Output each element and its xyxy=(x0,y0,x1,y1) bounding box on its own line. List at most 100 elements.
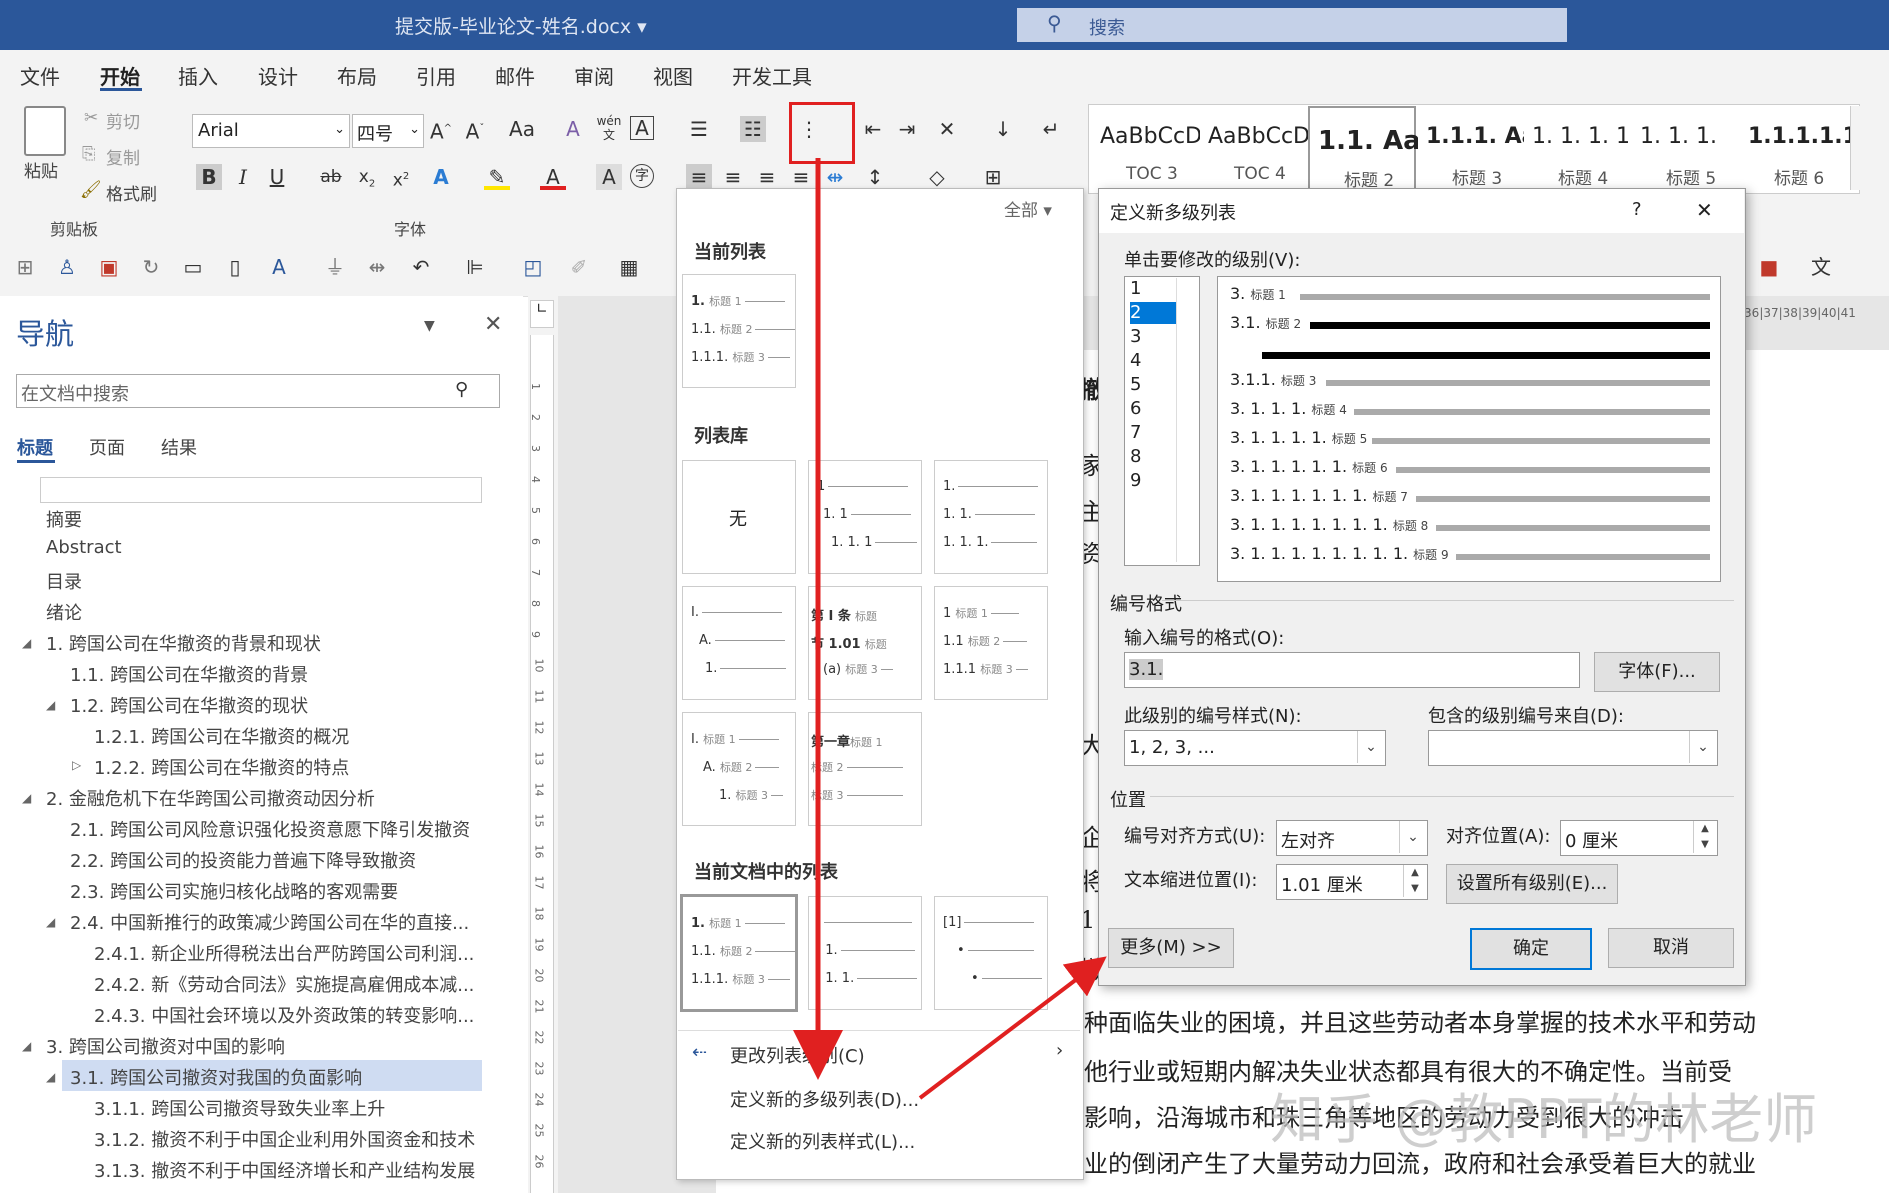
number-style-select[interactable]: 1, 2, 3, ... ⌄ xyxy=(1124,730,1386,766)
indent-spinner[interactable]: 1.01 厘米 ▲ ▼ xyxy=(1276,864,1428,900)
nav-heading-item[interactable]: 1.2.1. 跨国公司在华撤资的概况 xyxy=(94,723,349,749)
align-icon[interactable]: ⊫ xyxy=(462,254,488,280)
shapes-icon[interactable]: ◰ xyxy=(520,254,546,280)
collapse-arrow-icon[interactable]: ◢ xyxy=(22,636,31,650)
tab-selector-icon[interactable]: ∟ xyxy=(530,300,554,328)
style-heading5[interactable]: 1. 1. 1. 标题 5 xyxy=(1632,106,1736,190)
tab-design[interactable]: 设计 xyxy=(258,61,298,90)
align-left-icon[interactable]: ≡ xyxy=(686,164,712,190)
highlight-icon[interactable]: ✎ xyxy=(484,164,510,190)
doc-list-tile[interactable]: [1] • • xyxy=(934,896,1048,1010)
current-list-tile[interactable]: 1. 标题 1 1.1. 标题 2 1.1.1. 标题 3 xyxy=(682,274,796,388)
style-toc3[interactable]: AaBbCcDc TOC 3 xyxy=(1092,106,1214,190)
collapse-arrow-icon[interactable]: ◢ xyxy=(46,915,55,929)
level-item[interactable]: 7 xyxy=(1130,422,1176,444)
style-heading6[interactable]: 1.1.1.1.1 标题 6 xyxy=(1740,106,1858,190)
list-library-tile[interactable]: 第一章标题 1 标题 2 标题 3 xyxy=(808,712,922,826)
ink-icon[interactable]: ✐ xyxy=(566,254,592,280)
merge-icon[interactable]: ⇹ xyxy=(364,254,390,280)
tab-layout[interactable]: 布局 xyxy=(337,61,377,90)
level-item[interactable]: 4 xyxy=(1130,350,1176,372)
set-all-levels-button[interactable]: 设置所有级别(E)... xyxy=(1446,864,1618,904)
level-item[interactable]: 6 xyxy=(1130,398,1176,420)
save-icon[interactable]: ▣ xyxy=(96,254,122,280)
line-spacing-icon[interactable]: ↕ xyxy=(862,164,888,190)
tab-view[interactable]: 视图 xyxy=(653,61,693,90)
collapse-arrow-icon[interactable]: ◢ xyxy=(22,791,31,805)
tab-references[interactable]: 引用 xyxy=(416,61,456,90)
doc-list-tile-selected[interactable]: 1. 标题 1 1.1. 标题 2 1.1.1. 标题 3 xyxy=(680,894,798,1012)
paste-button[interactable]: 粘贴 xyxy=(24,157,58,182)
font-family-select[interactable]: Arial ⌄ xyxy=(192,114,350,148)
text-effects-icon[interactable]: A xyxy=(428,164,454,190)
nav-heading-item[interactable]: Abstract xyxy=(46,537,122,558)
shading-icon[interactable]: ◇ xyxy=(924,164,950,190)
form-icon[interactable]: ▦ xyxy=(616,254,642,280)
expand-arrow-icon[interactable]: ▷ xyxy=(72,758,81,772)
new-doc-icon[interactable]: ▯ xyxy=(222,254,248,280)
style-heading4[interactable]: 1. 1. 1. 1 标题 4 xyxy=(1524,106,1630,190)
enclose-char-icon[interactable]: 字 xyxy=(630,164,654,188)
list-library-tile[interactable]: 1 1. 1 1. 1. 1 xyxy=(808,460,922,574)
align-center-icon[interactable]: ≡ xyxy=(720,164,746,190)
split-icon[interactable]: ⏚ xyxy=(322,254,348,280)
nav-search-input[interactable]: 在文档中搜索 ⚲ xyxy=(16,374,500,408)
open-icon[interactable]: ▭ xyxy=(180,254,206,280)
level-item[interactable]: 5 xyxy=(1130,374,1176,396)
nav-heading-item[interactable]: 目录 xyxy=(46,568,82,594)
align-select[interactable]: 左对齐 ⌄ xyxy=(1276,820,1428,856)
nav-heading-item[interactable]: 摘要 xyxy=(46,506,82,532)
superscript-icon[interactable]: x2 xyxy=(388,164,414,191)
decrease-indent-icon[interactable]: ⇤ xyxy=(860,116,886,142)
style-heading2[interactable]: 1.1. Aa 标题 2 xyxy=(1308,106,1421,194)
nav-heading-item[interactable]: 2.3. 跨国公司实施归核化战略的客观需要 xyxy=(70,878,398,904)
cancel-button[interactable]: 取消 xyxy=(1608,928,1734,968)
subscript-icon[interactable]: x2 xyxy=(354,164,380,190)
bullets-icon[interactable]: ☰ xyxy=(686,116,712,142)
nav-heading-item[interactable]: 3.1.3. 撤资不利于中国经济增长和产业结构发展 xyxy=(94,1157,475,1183)
tab-developer[interactable]: 开发工具 xyxy=(732,61,812,90)
level-item[interactable]: 8 xyxy=(1130,446,1176,468)
more-button[interactable]: 更多(M) >> xyxy=(1108,928,1234,968)
nav-heading-item[interactable]: 1.1. 跨国公司在华撤资的背景 xyxy=(70,661,308,687)
ok-button[interactable]: 确定 xyxy=(1470,928,1592,970)
level-item[interactable]: 1 xyxy=(1130,278,1176,300)
collapse-arrow-icon[interactable]: ◢ xyxy=(46,698,55,712)
tab-home[interactable]: 开始 xyxy=(100,61,140,90)
search-icon[interactable]: ⚲ xyxy=(455,379,468,400)
nav-heading-item[interactable]: 2.4. 中国新推行的政策减少跨国公司在华的直接... xyxy=(70,909,469,935)
format-painter-button[interactable]: 格式刷 xyxy=(106,180,157,205)
define-list-style-item[interactable]: 定义新的列表样式(L)... xyxy=(730,1128,915,1154)
nav-heading-item[interactable]: 1.2.2. 跨国公司在华撤资的特点 xyxy=(94,754,349,780)
list-library-none[interactable]: 无 xyxy=(682,460,796,574)
text-dir-icon[interactable]: 文 xyxy=(1808,254,1834,280)
style-toc4[interactable]: AaBbCcDc TOC 4 xyxy=(1200,106,1322,190)
redo-icon[interactable]: ↻ xyxy=(138,254,164,280)
nav-heading-item[interactable]: 1.2. 跨国公司在华撤资的现状 xyxy=(70,692,308,718)
undo-icon[interactable]: ↶ xyxy=(408,254,434,280)
close-icon[interactable]: ✕ xyxy=(484,312,502,337)
tab-file[interactable]: 文件 xyxy=(20,61,60,90)
color-icon[interactable]: ■ xyxy=(1756,254,1782,280)
cut-button[interactable]: 剪切 xyxy=(106,108,140,133)
show-marks-icon[interactable]: ↵ xyxy=(1038,116,1064,142)
spinner-arrows-icon[interactable]: ▲ ▼ xyxy=(1403,865,1426,897)
chevron-down-icon[interactable]: ▼ xyxy=(424,318,435,334)
spinner-arrows-icon[interactable]: ▲ ▼ xyxy=(1693,821,1716,853)
bold-icon[interactable]: B xyxy=(196,164,222,190)
doc-list-tile[interactable]: . . 1. . 1. 1. xyxy=(808,896,922,1010)
tab-insert[interactable]: 插入 xyxy=(178,61,218,90)
change-case-icon[interactable]: Aa xyxy=(502,116,542,142)
level-item-selected[interactable]: 2 xyxy=(1130,302,1176,324)
nav-tab-results[interactable]: 结果 xyxy=(161,434,197,460)
chinese-layout-icon[interactable]: ✕ xyxy=(934,116,960,142)
nav-heading-edit[interactable] xyxy=(40,477,482,503)
list-library-tile[interactable]: I. 标题 1 A. 标题 2 1. 标题 3 xyxy=(682,712,796,826)
nav-heading-item[interactable]: 2.4.3. 中国社会环境以及外资政策的转变影响... xyxy=(94,1002,474,1028)
numbering-icon[interactable]: ☷ xyxy=(740,116,766,142)
tab-mailings[interactable]: 邮件 xyxy=(495,61,535,90)
italic-icon[interactable]: I xyxy=(230,164,256,190)
nav-tab-pages[interactable]: 页面 xyxy=(89,434,125,460)
list-library-tile[interactable]: 1. 1. 1. 1. 1. 1. xyxy=(934,460,1048,574)
copy-button[interactable]: 复制 xyxy=(106,144,140,169)
